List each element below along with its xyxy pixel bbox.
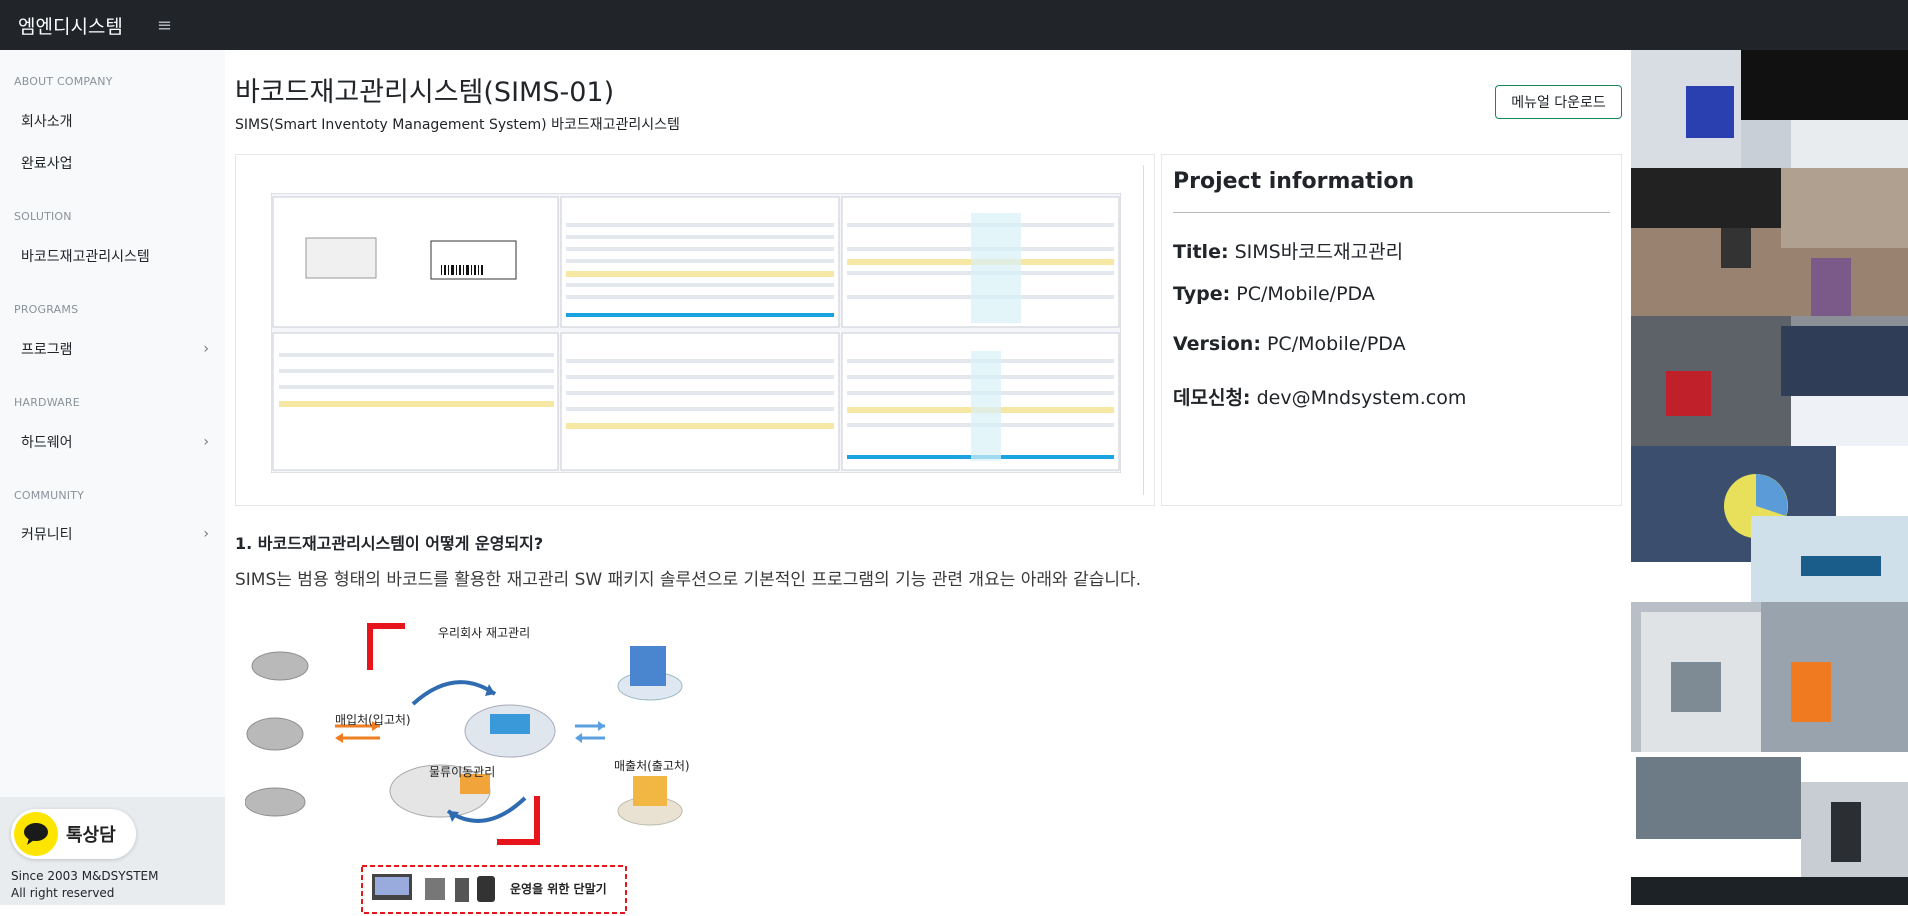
diagram-label-purchase: 매입처(입고처): [335, 713, 411, 727]
project-title-row: Title: SIMS바코드재고관리: [1173, 237, 1403, 264]
sidebar-item-label: 바코드재고관리시스템: [21, 249, 150, 265]
sidebar-footer: 톡상담 Since 2003 M&DSYSTEM All right reser…: [0, 797, 225, 905]
sidebar-item-label: 커뮤니티: [21, 527, 73, 543]
project-demo-row: 데모신청: dev@Mndsystem.com: [1173, 383, 1466, 410]
project-info-card: Project information Title: SIMS바코드재고관리 T…: [1161, 154, 1622, 506]
project-version-key: Version:: [1173, 333, 1261, 355]
project-title-key: Title:: [1173, 241, 1229, 263]
diagram-label-sales: 매출처(출고처): [614, 759, 690, 773]
sidebar-section-programs: PROGRAMS: [14, 303, 79, 316]
sidebar-item-programs[interactable]: 프로그램 ›: [0, 330, 225, 368]
sidebar-section-about: ABOUT COMPANY: [14, 75, 113, 88]
sidebar-section-solution: SOLUTION: [14, 210, 72, 223]
chevron-right-icon: ›: [203, 434, 209, 450]
project-version-row: Version: PC/Mobile/PDA: [1173, 333, 1406, 355]
section-paragraph: SIMS는 범용 형태의 바코드를 활용한 재고관리 SW 패키지 솔루션으로 …: [235, 570, 1142, 590]
card-divider: [1143, 165, 1144, 495]
diagram-label-our-company: 우리회사 재고관리: [438, 626, 531, 640]
sidebar-item-community[interactable]: 커뮤니티 ›: [0, 515, 225, 553]
top-navbar: 엠엔디시스템 ≡: [0, 0, 1908, 50]
project-type-key: Type:: [1173, 283, 1231, 305]
software-screenshot-card: [235, 154, 1155, 506]
sidebar-item-hardware[interactable]: 하드웨어 ›: [0, 423, 225, 461]
project-title-value: SIMS바코드재고관리: [1234, 241, 1404, 263]
factory-photo-3[interactable]: [1631, 316, 1908, 446]
factory-photo-4[interactable]: [1631, 446, 1908, 602]
sidebar-section-community: COMMUNITY: [14, 489, 85, 502]
photo-gallery-strip: [1631, 50, 1908, 905]
sidebar-item-projects[interactable]: 완료사업: [0, 144, 225, 182]
sidebar-item-label: 완료사업: [21, 156, 73, 172]
project-demo-email[interactable]: dev@Mndsystem.com: [1257, 387, 1467, 409]
project-type-row: Type: PC/Mobile/PDA: [1173, 283, 1375, 305]
factory-photo-6[interactable]: [1631, 752, 1908, 905]
project-demo-key: 데모신청:: [1173, 387, 1251, 409]
brand-logo-text[interactable]: 엠엔디시스템: [18, 12, 123, 39]
diagram-label-devices: 운영을 위한 단말기: [510, 882, 607, 896]
factory-photo-5[interactable]: [1631, 602, 1908, 752]
chevron-right-icon: ›: [203, 526, 209, 542]
diagram-label-logistics: 물류이동관리: [429, 765, 496, 779]
footer-rights: All right reserved: [11, 886, 115, 900]
footer-since: Since 2003 M&DSYSTEM: [11, 869, 159, 883]
chat-bubble-icon: [14, 812, 58, 856]
sidebar-item-label: 프로그램: [21, 342, 73, 358]
diagram-graphic: [245, 623, 683, 914]
software-screenshot-image: [271, 193, 1121, 473]
factory-photo-1[interactable]: [1631, 50, 1908, 168]
factory-photo-2[interactable]: [1631, 168, 1908, 316]
kakao-chat-button[interactable]: 톡상담: [11, 809, 136, 859]
sidebar-section-hardware: HARDWARE: [14, 396, 80, 409]
chat-button-label: 톡상담: [66, 825, 116, 846]
section-heading: 1. 바코드재고관리시스템이 어떻게 운영되지?: [235, 534, 544, 553]
hamburger-icon[interactable]: ≡: [157, 15, 172, 36]
project-type-value: PC/Mobile/PDA: [1236, 283, 1375, 305]
page-title: 바코드재고관리시스템(SIMS-01): [235, 77, 615, 108]
project-version-value: PC/Mobile/PDA: [1266, 333, 1406, 355]
sidebar-item-label: 하드웨어: [21, 435, 73, 451]
manual-download-button[interactable]: 메뉴얼 다운로드: [1495, 85, 1622, 119]
sidebar-item-barcode-system[interactable]: 바코드재고관리시스템: [0, 237, 225, 275]
sidebar: ABOUT COMPANY 회사소개 완료사업 SOLUTION 바코드재고관리…: [0, 50, 225, 905]
page-subtitle: SIMS(Smart Inventoty Management System) …: [235, 117, 680, 133]
divider: [1173, 212, 1610, 213]
operation-diagram: 우리회사 재고관리 매입처(입고처) 물류이동관리 매출처(출고처) 운영을 위…: [245, 616, 805, 916]
main-content: 바코드재고관리시스템(SIMS-01) SIMS(Smart Inventoty…: [225, 50, 1631, 914]
project-info-heading: Project information: [1173, 169, 1415, 194]
sidebar-item-company[interactable]: 회사소개: [0, 102, 225, 140]
sidebar-item-label: 회사소개: [21, 114, 73, 130]
chevron-right-icon: ›: [203, 341, 209, 357]
